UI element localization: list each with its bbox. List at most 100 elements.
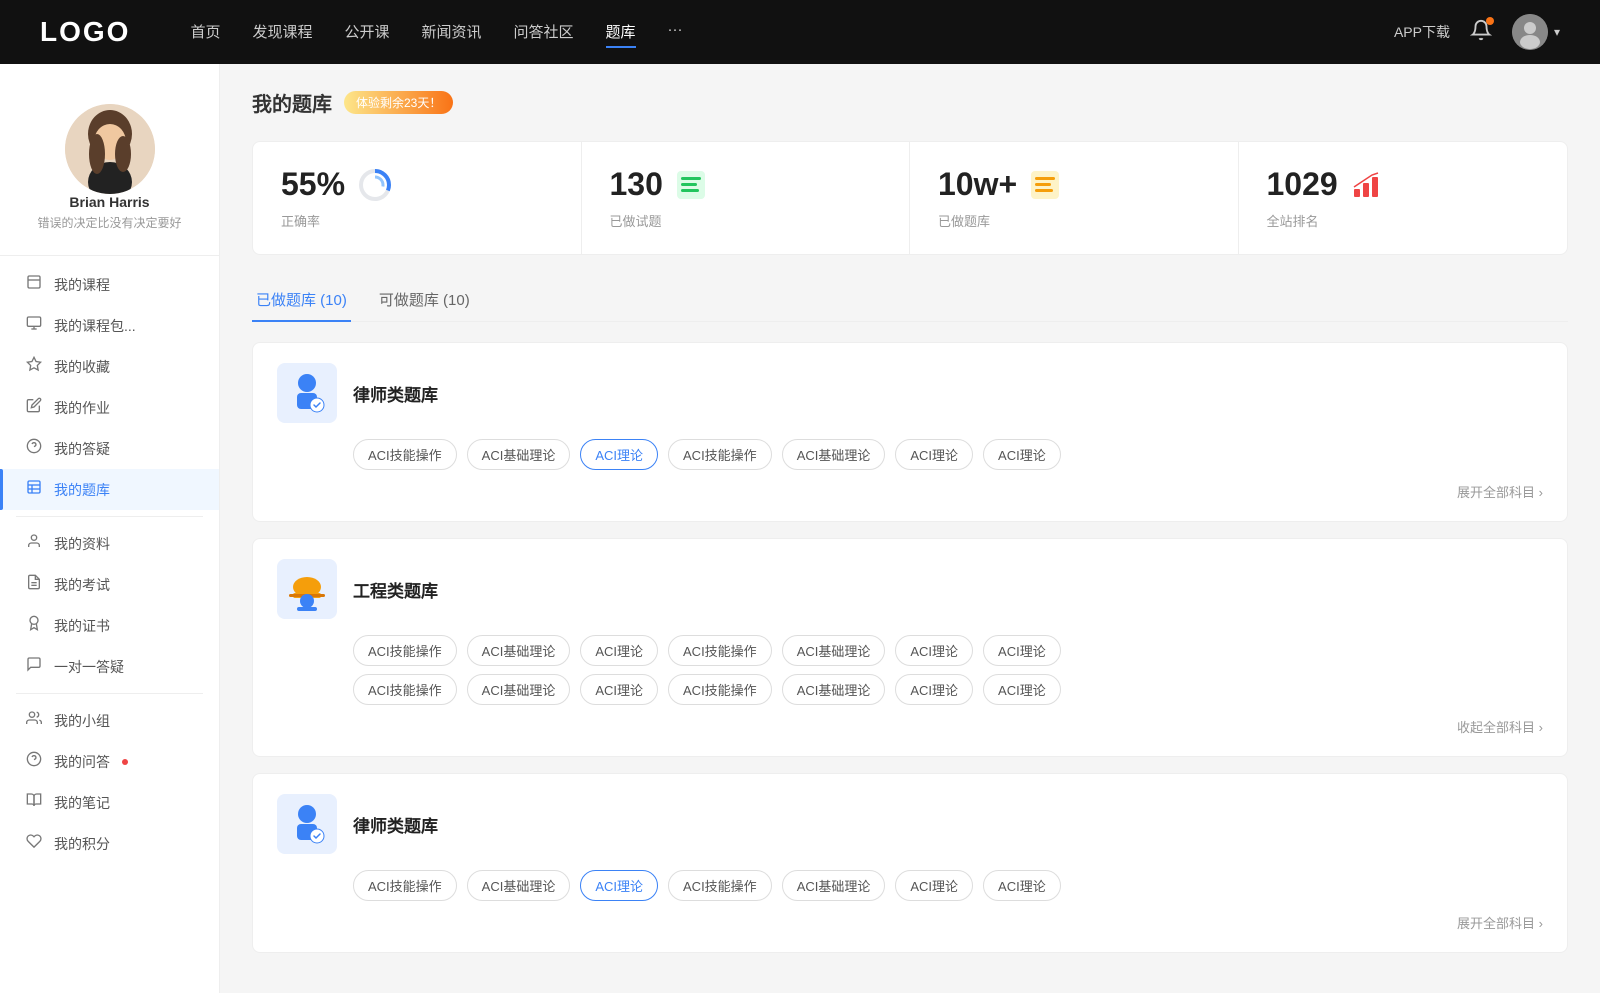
my-qa-dot (122, 759, 128, 765)
tag-lawyer1-5[interactable]: ACI理论 (895, 439, 973, 470)
points-icon (24, 833, 44, 854)
stat-questions-label: 已做试题 (610, 211, 882, 230)
user-avatar (1512, 14, 1548, 50)
tag-lawyer1-6[interactable]: ACI理论 (983, 439, 1061, 470)
sidebar-item-groups[interactable]: 我的小组 (0, 700, 219, 741)
sidebar-label-question-bank: 我的题库 (54, 480, 110, 500)
stat-rank-top: 1029 (1267, 166, 1540, 203)
sidebar-item-profile[interactable]: 我的资料 (0, 523, 219, 564)
tag-lawyer2-3[interactable]: ACI技能操作 (668, 870, 772, 901)
notes-icon (24, 792, 44, 813)
sidebar-label-certificate: 我的证书 (54, 616, 110, 636)
sidebar-item-my-courses[interactable]: 我的课程 (0, 264, 219, 305)
lawyer-icon-2 (277, 794, 337, 854)
my-qa-icon (24, 751, 44, 772)
tag-lawyer2-2[interactable]: ACI理论 (580, 870, 658, 901)
sidebar-label-groups: 我的小组 (54, 711, 110, 731)
layout: Brian Harris 错误的决定比没有决定要好 我的课程 我的课程包... … (0, 64, 1600, 993)
sidebar-label-points: 我的积分 (54, 834, 110, 854)
sidebar-label-my-qa: 我的问答 (54, 752, 110, 772)
expand-engineer[interactable]: 收起全部科目 › (277, 713, 1543, 736)
qbank-card-engineer: 工程类题库 ACI技能操作 ACI基础理论 ACI理论 ACI技能操作 ACI基… (252, 538, 1568, 757)
tag-lawyer2-6[interactable]: ACI理论 (983, 870, 1061, 901)
tag-lawyer2-5[interactable]: ACI理论 (895, 870, 973, 901)
stat-accuracy-value: 55% (281, 166, 345, 203)
tag-eng-0[interactable]: ACI技能操作 (353, 635, 457, 666)
course-packages-icon (24, 315, 44, 336)
nav-discover[interactable]: 发现课程 (252, 17, 312, 48)
exam-icon (24, 574, 44, 595)
sidebar-item-one-on-one[interactable]: 一对一答疑 (0, 646, 219, 687)
sidebar-item-my-qa[interactable]: 我的问答 (0, 741, 219, 782)
stat-rank-value: 1029 (1267, 166, 1338, 203)
sidebar-item-qa[interactable]: 我的答疑 (0, 428, 219, 469)
tag-lawyer1-2[interactable]: ACI理论 (580, 439, 658, 470)
tag-eng-10[interactable]: ACI技能操作 (668, 674, 772, 705)
nav-qa[interactable]: 问答社区 (514, 17, 574, 48)
sidebar-item-course-packages[interactable]: 我的课程包... (0, 305, 219, 346)
tab-done[interactable]: 已做题库 (10) (252, 279, 351, 322)
qbank-title-lawyer-1: 律师类题库 (353, 381, 438, 406)
tag-lawyer2-4[interactable]: ACI基础理论 (782, 870, 886, 901)
tag-eng-3[interactable]: ACI技能操作 (668, 635, 772, 666)
app-download-button[interactable]: APP下载 (1394, 22, 1450, 42)
tag-eng-7[interactable]: ACI技能操作 (353, 674, 457, 705)
tag-eng-6[interactable]: ACI理论 (983, 635, 1061, 666)
stat-accuracy-label: 正确率 (281, 211, 553, 230)
profile-motto: 错误的决定比没有决定要好 (37, 214, 181, 231)
sidebar-label-homework: 我的作业 (54, 398, 110, 418)
profile-section: Brian Harris 错误的决定比没有决定要好 (0, 88, 219, 256)
expand-lawyer-1[interactable]: 展开全部科目 › (277, 478, 1543, 501)
tag-eng-5[interactable]: ACI理论 (895, 635, 973, 666)
user-menu-chevron: ▾ (1554, 25, 1560, 39)
nav-questions[interactable]: 题库 (606, 17, 636, 48)
banks-list-icon (1029, 169, 1061, 201)
sidebar-item-exam[interactable]: 我的考试 (0, 564, 219, 605)
tag-lawyer1-3[interactable]: ACI技能操作 (668, 439, 772, 470)
sidebar-item-homework[interactable]: 我的作业 (0, 387, 219, 428)
tag-eng-1[interactable]: ACI基础理论 (467, 635, 571, 666)
page-header: 我的题库 体验剩余23天！ (252, 88, 1568, 117)
qbank-header-lawyer-2: 律师类题库 (277, 794, 1543, 854)
qbank-title-lawyer-2: 律师类题库 (353, 812, 438, 837)
user-avatar-menu[interactable]: ▾ (1512, 14, 1560, 50)
stat-questions: 130 已做试题 (582, 142, 911, 254)
tag-eng-12[interactable]: ACI理论 (895, 674, 973, 705)
profile-name: Brian Harris (69, 194, 149, 210)
tab-available[interactable]: 可做题库 (10) (375, 279, 474, 322)
accuracy-donut-icon (357, 167, 393, 203)
tag-eng-9[interactable]: ACI理论 (580, 674, 658, 705)
nav-news[interactable]: 新闻资讯 (422, 17, 482, 48)
tag-lawyer2-1[interactable]: ACI基础理论 (467, 870, 571, 901)
tag-eng-2[interactable]: ACI理论 (580, 635, 658, 666)
rank-bar-icon (1350, 169, 1382, 201)
nav-open-course[interactable]: 公开课 (344, 17, 389, 48)
stat-rank: 1029 全站排名 (1239, 142, 1568, 254)
tag-lawyer1-4[interactable]: ACI基础理论 (782, 439, 886, 470)
qbank-title-engineer: 工程类题库 (353, 577, 438, 602)
notification-bell[interactable] (1470, 19, 1492, 46)
tag-eng-13[interactable]: ACI理论 (983, 674, 1061, 705)
stat-accuracy: 55% 正确率 (253, 142, 582, 254)
nav-home[interactable]: 首页 (190, 17, 220, 48)
expand-lawyer-2[interactable]: 展开全部科目 › (277, 909, 1543, 932)
certificate-icon (24, 615, 44, 636)
tag-lawyer1-0[interactable]: ACI技能操作 (353, 439, 457, 470)
tag-eng-4[interactable]: ACI基础理论 (782, 635, 886, 666)
tag-eng-11[interactable]: ACI基础理论 (782, 674, 886, 705)
nav-more[interactable]: ··· (668, 17, 683, 48)
sidebar-item-question-bank[interactable]: 我的题库 (0, 469, 219, 510)
sidebar-item-points[interactable]: 我的积分 (0, 823, 219, 864)
sidebar-item-favorites[interactable]: 我的收藏 (0, 346, 219, 387)
tag-eng-8[interactable]: ACI基础理论 (467, 674, 571, 705)
sidebar-label-qa: 我的答疑 (54, 439, 110, 459)
tag-lawyer2-0[interactable]: ACI技能操作 (353, 870, 457, 901)
qbank-card-lawyer-1: 律师类题库 ACI技能操作 ACI基础理论 ACI理论 ACI技能操作 ACI基… (252, 342, 1568, 522)
menu-divider-2 (16, 693, 203, 694)
stat-questions-value: 130 (610, 166, 663, 203)
tag-lawyer1-1[interactable]: ACI基础理论 (467, 439, 571, 470)
sidebar-label-exam: 我的考试 (54, 575, 110, 595)
tags-row-lawyer-1: ACI技能操作 ACI基础理论 ACI理论 ACI技能操作 ACI基础理论 AC… (277, 439, 1543, 470)
sidebar-item-certificate[interactable]: 我的证书 (0, 605, 219, 646)
sidebar-item-notes[interactable]: 我的笔记 (0, 782, 219, 823)
